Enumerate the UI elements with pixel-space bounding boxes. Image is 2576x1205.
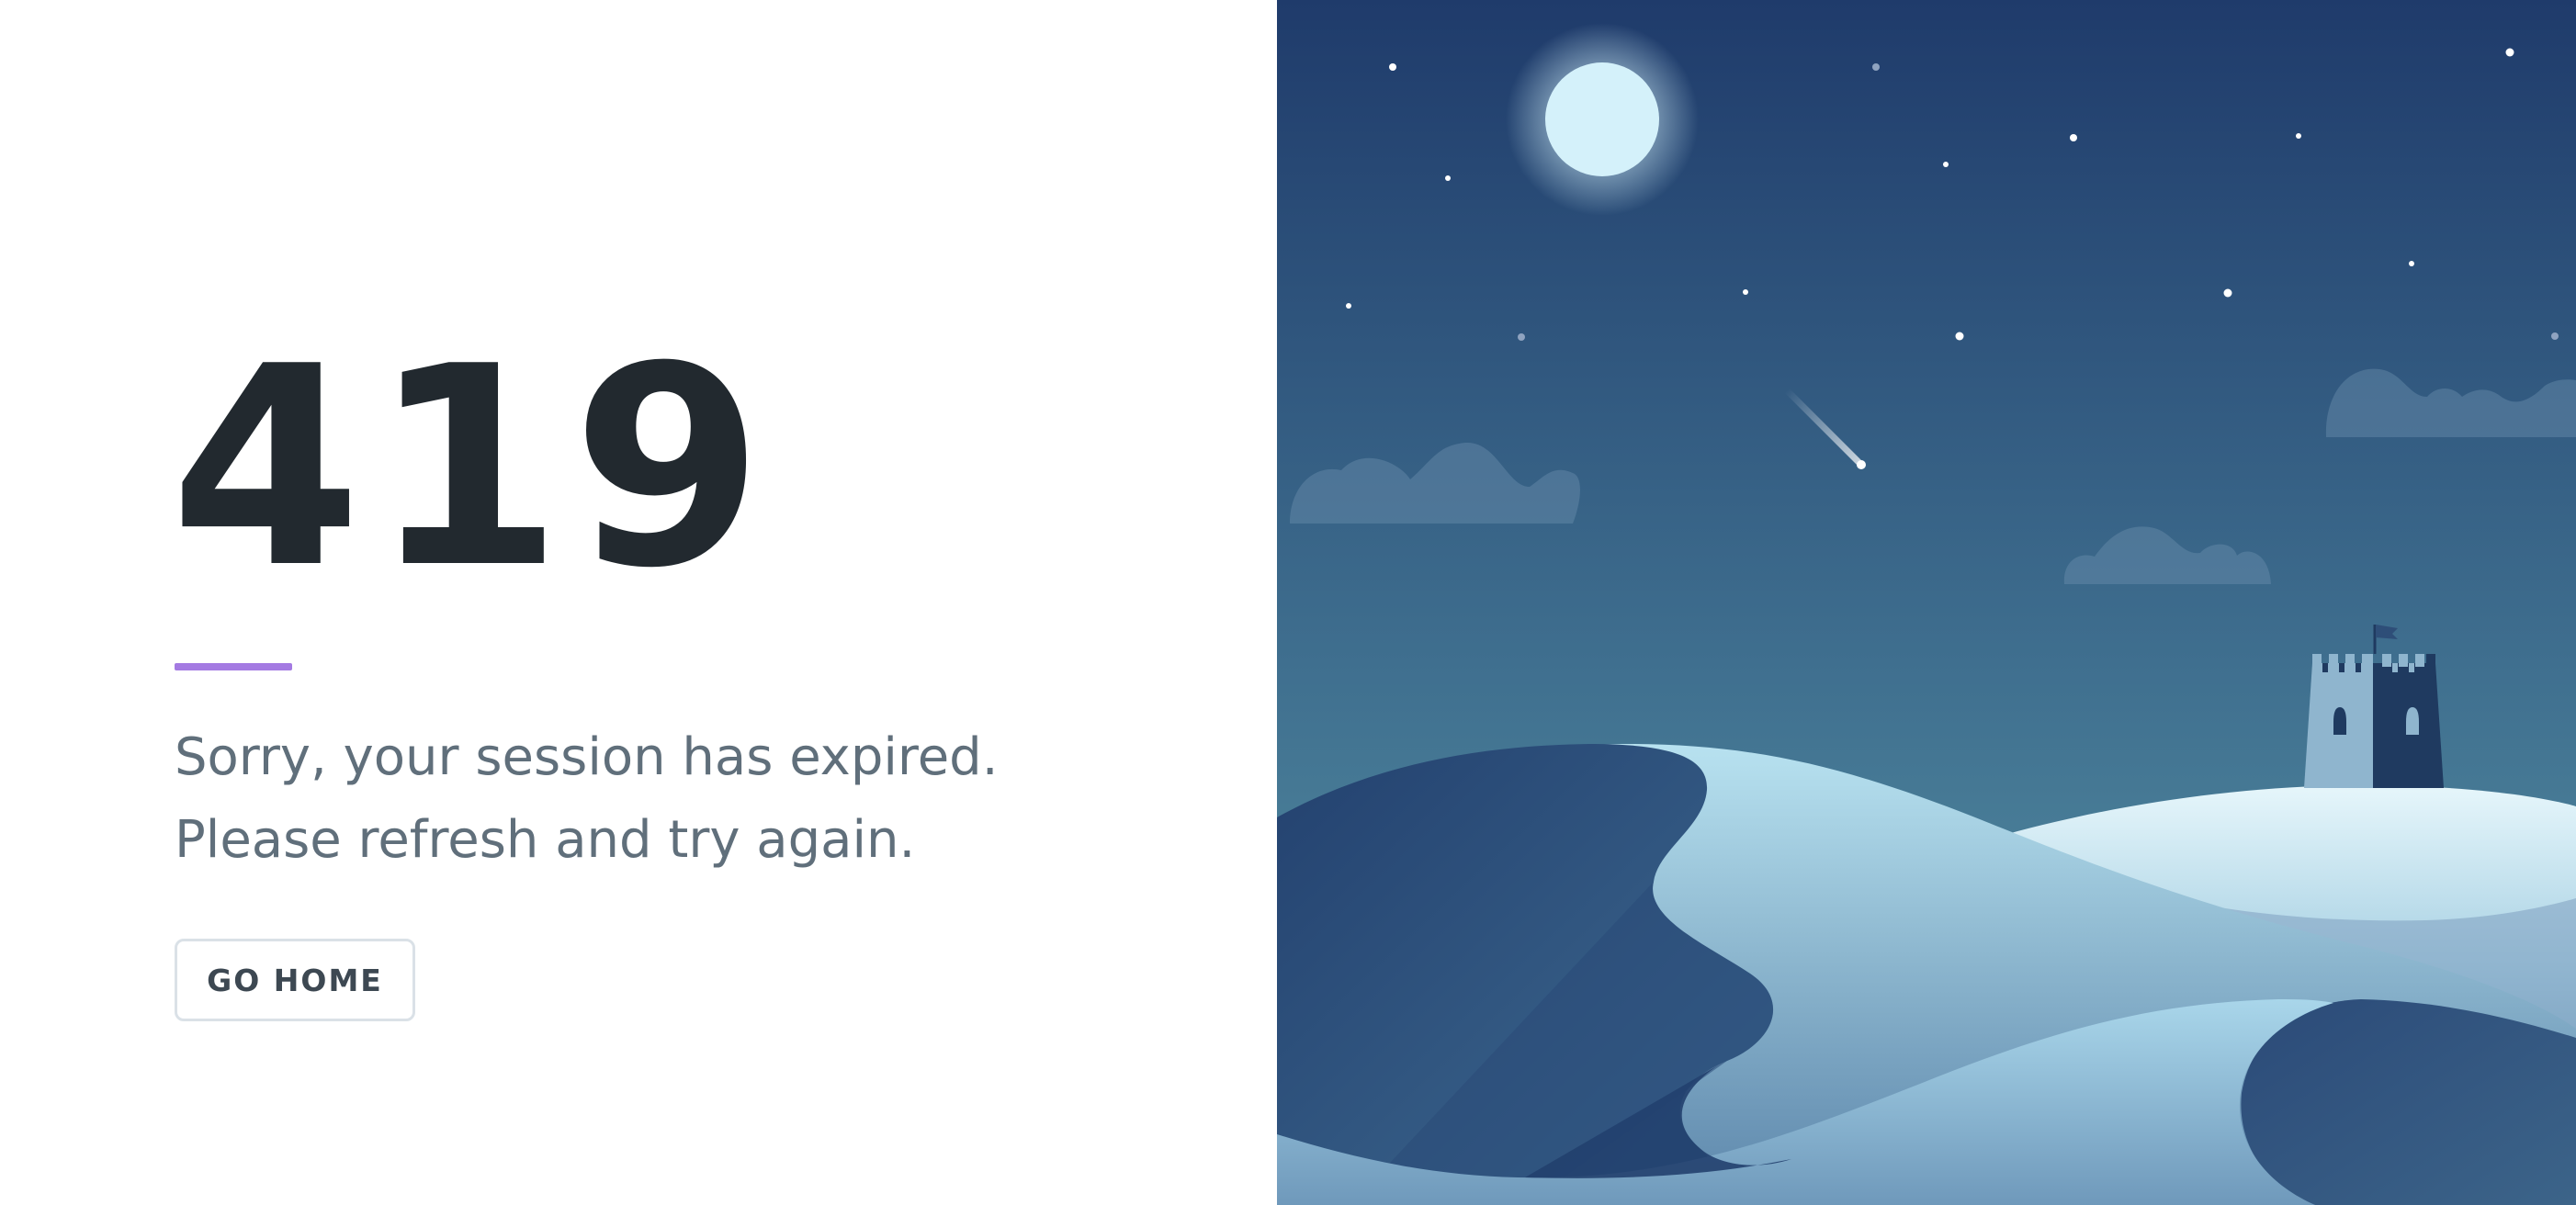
star-icon <box>1445 175 1451 181</box>
star-icon <box>2223 288 2232 298</box>
star-icon <box>2505 48 2514 57</box>
illustration-svg <box>1277 0 2576 1205</box>
star-icon <box>1518 333 1525 341</box>
star-icon <box>1943 162 1949 167</box>
night-desert-illustration <box>1277 0 2576 1205</box>
accent-divider <box>175 663 292 670</box>
go-home-button[interactable]: GO HOME <box>175 939 415 1021</box>
star-icon <box>2070 134 2077 141</box>
error-message-line-2: Please refresh and try again. <box>175 810 916 870</box>
star-icon <box>1743 289 1748 295</box>
moon-icon <box>1545 62 1659 176</box>
star-icon <box>1955 332 1964 341</box>
error-content: 419 Sorry, your session has expired. Ple… <box>0 0 1277 1205</box>
error-message: Sorry, your session has expired. Please … <box>175 716 1231 882</box>
error-page: 419 Sorry, your session has expired. Ple… <box>0 0 2576 1205</box>
star-icon <box>2296 133 2301 139</box>
star-icon <box>2409 261 2414 266</box>
star-icon <box>1872 63 1880 71</box>
dune-icon <box>2241 999 2576 1205</box>
star-icon <box>2551 332 2559 340</box>
error-code: 419 <box>170 308 774 628</box>
star-icon <box>1346 303 1351 309</box>
star-icon <box>1389 63 1396 71</box>
error-message-line-1: Sorry, your session has expired. <box>175 727 999 787</box>
